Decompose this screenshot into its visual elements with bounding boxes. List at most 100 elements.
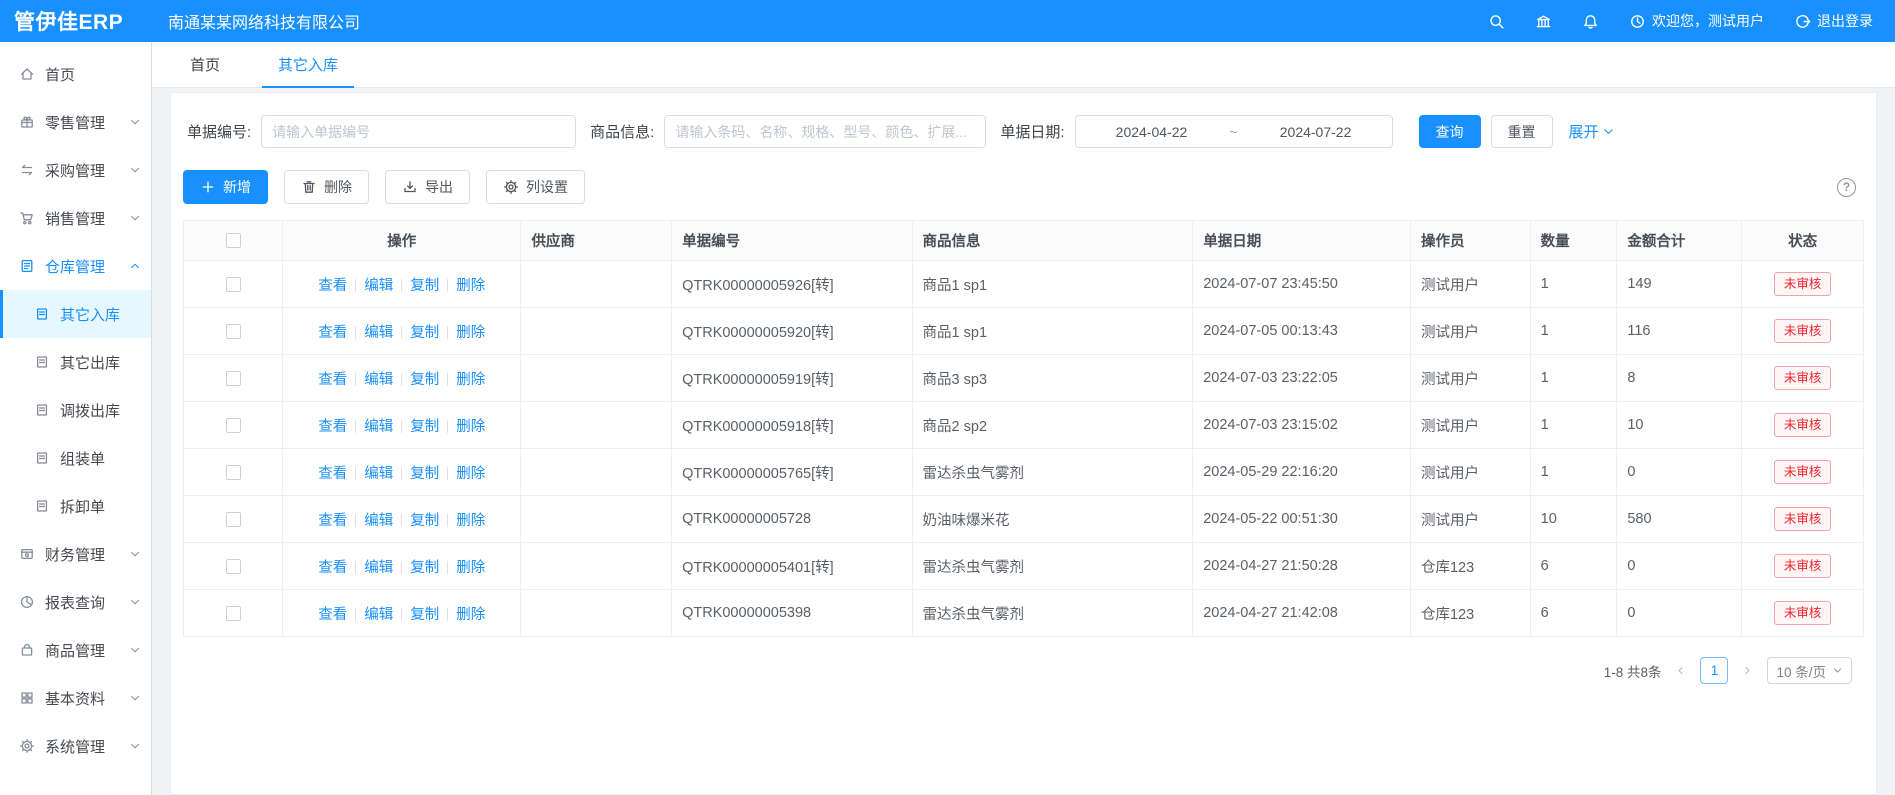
row-checkbox[interactable] — [226, 324, 241, 339]
date-to-value[interactable]: 2024-07-22 — [1240, 124, 1392, 140]
tab-home[interactable]: 首页 — [182, 42, 228, 87]
delete-link[interactable]: 删除 — [456, 560, 485, 576]
row-checkbox[interactable] — [226, 512, 241, 527]
edit-link[interactable]: 编辑 — [364, 513, 393, 529]
operator-cell: 仓库123 — [1410, 543, 1530, 590]
sidebar-item-sales[interactable]: 销售管理 — [0, 194, 151, 242]
action-separator — [401, 608, 402, 621]
row-checkbox[interactable] — [226, 465, 241, 480]
row-checkbox[interactable] — [226, 606, 241, 621]
sidebar-item-assembly[interactable]: 组装单 — [0, 434, 151, 482]
expand-filters-link[interactable]: 展开 — [1569, 121, 1615, 142]
edit-link[interactable]: 编辑 — [364, 560, 393, 576]
date-range-picker[interactable]: 2024-04-22 ~ 2024-07-22 — [1075, 115, 1393, 148]
help-icon[interactable]: ? — [1837, 178, 1856, 197]
sidebar-item-other-in[interactable]: 其它入库 — [0, 290, 151, 338]
sidebar-item-other-out[interactable]: 其它出库 — [0, 338, 151, 386]
status-badge: 未审核 — [1774, 319, 1832, 343]
sidebar-item-goods[interactable]: 商品管理 — [0, 626, 151, 674]
delete-link[interactable]: 删除 — [456, 607, 485, 623]
delete-button[interactable]: 删除 — [284, 170, 369, 204]
action-separator — [447, 514, 448, 527]
delete-link[interactable]: 删除 — [456, 466, 485, 482]
copy-link[interactable]: 复制 — [410, 513, 439, 529]
operator-cell: 测试用户 — [1410, 449, 1530, 496]
plus-icon — [200, 179, 216, 195]
row-checkbox[interactable] — [226, 371, 241, 386]
sidebar-item-retail[interactable]: 零售管理 — [0, 98, 151, 146]
view-link[interactable]: 查看 — [318, 372, 347, 388]
sidebar-item-reports[interactable]: 报表查询 — [0, 578, 151, 626]
edit-link[interactable]: 编辑 — [364, 325, 393, 341]
next-page-button[interactable] — [1741, 664, 1754, 677]
edit-link[interactable]: 编辑 — [364, 419, 393, 435]
select-all-checkbox[interactable] — [226, 233, 241, 248]
query-button[interactable]: 查询 — [1419, 115, 1481, 148]
delete-link[interactable]: 删除 — [456, 513, 485, 529]
status-cell: 未审核 — [1742, 449, 1864, 496]
row-checkbox[interactable] — [226, 418, 241, 433]
logout-button[interactable]: 退出登录 — [1794, 11, 1873, 31]
delete-link[interactable]: 删除 — [456, 325, 485, 341]
operator-cell: 测试用户 — [1410, 402, 1530, 449]
copy-link[interactable]: 复制 — [410, 560, 439, 576]
copy-link[interactable]: 复制 — [410, 466, 439, 482]
product-info-label: 商品信息: — [590, 121, 654, 142]
export-button[interactable]: 导出 — [385, 170, 470, 204]
view-link[interactable]: 查看 — [318, 466, 347, 482]
tenant-icon[interactable] — [1535, 13, 1552, 30]
add-button[interactable]: 新增 — [183, 170, 268, 204]
product-cell: 商品2 sp2 — [912, 402, 1193, 449]
tab-other-in[interactable]: 其它入库 — [270, 42, 346, 87]
date-from-value[interactable]: 2024-04-22 — [1076, 124, 1228, 140]
column-settings-button[interactable]: 列设置 — [486, 170, 585, 204]
view-link[interactable]: 查看 — [318, 419, 347, 435]
row-checkbox[interactable] — [226, 559, 241, 574]
view-link[interactable]: 查看 — [318, 278, 347, 294]
qty-cell: 1 — [1530, 449, 1617, 496]
reset-button[interactable]: 重置 — [1491, 115, 1553, 148]
status-badge: 未审核 — [1774, 366, 1832, 390]
table-toolbar: 新增 删除 导出 列设置 — [183, 170, 1864, 204]
search-icon[interactable] — [1488, 13, 1505, 30]
column-header-product: 商品信息 — [912, 221, 1193, 261]
sidebar-item-basic-data[interactable]: 基本资料 — [0, 674, 151, 722]
notification-bell-icon[interactable] — [1582, 13, 1599, 30]
bill-no-input[interactable] — [261, 115, 576, 148]
prev-page-button[interactable] — [1674, 664, 1687, 677]
page-size-select[interactable]: 10 条/页 — [1767, 657, 1852, 684]
column-header-qty: 数量 — [1530, 221, 1617, 261]
sidebar-item-disassembly[interactable]: 拆卸单 — [0, 482, 151, 530]
row-actions-cell: 查看 编辑 复制 删除 — [283, 590, 521, 637]
view-link[interactable]: 查看 — [318, 325, 347, 341]
page-number-button[interactable]: 1 — [1700, 657, 1728, 684]
sidebar-item-system[interactable]: 系统管理 — [0, 722, 151, 770]
product-info-input[interactable] — [664, 115, 986, 148]
copy-link[interactable]: 复制 — [410, 419, 439, 435]
copy-link[interactable]: 复制 — [410, 325, 439, 341]
download-icon — [402, 179, 418, 195]
bill-date-label: 单据日期: — [1000, 121, 1064, 142]
sidebar-item-transfer-out[interactable]: 调拨出库 — [0, 386, 151, 434]
copy-link[interactable]: 复制 — [410, 278, 439, 294]
copy-link[interactable]: 复制 — [410, 372, 439, 388]
copy-link[interactable]: 复制 — [410, 607, 439, 623]
delete-link[interactable]: 删除 — [456, 372, 485, 388]
sidebar-item-warehouse[interactable]: 仓库管理 — [0, 242, 151, 290]
edit-link[interactable]: 编辑 — [364, 372, 393, 388]
view-link[interactable]: 查看 — [318, 607, 347, 623]
status-badge: 未审核 — [1774, 460, 1832, 484]
delete-link[interactable]: 删除 — [456, 419, 485, 435]
sidebar-item-finance[interactable]: 财务管理 — [0, 530, 151, 578]
edit-link[interactable]: 编辑 — [364, 278, 393, 294]
delete-link[interactable]: 删除 — [456, 278, 485, 294]
edit-link[interactable]: 编辑 — [364, 466, 393, 482]
sidebar-item-purchase[interactable]: 采购管理 — [0, 146, 151, 194]
edit-link[interactable]: 编辑 — [364, 607, 393, 623]
row-checkbox[interactable] — [226, 277, 241, 292]
gift-icon — [19, 114, 35, 130]
sidebar-item-home[interactable]: 首页 — [0, 50, 151, 98]
view-link[interactable]: 查看 — [318, 513, 347, 529]
view-link[interactable]: 查看 — [318, 560, 347, 576]
date-cell: 2024-07-07 23:45:50 — [1193, 261, 1411, 308]
